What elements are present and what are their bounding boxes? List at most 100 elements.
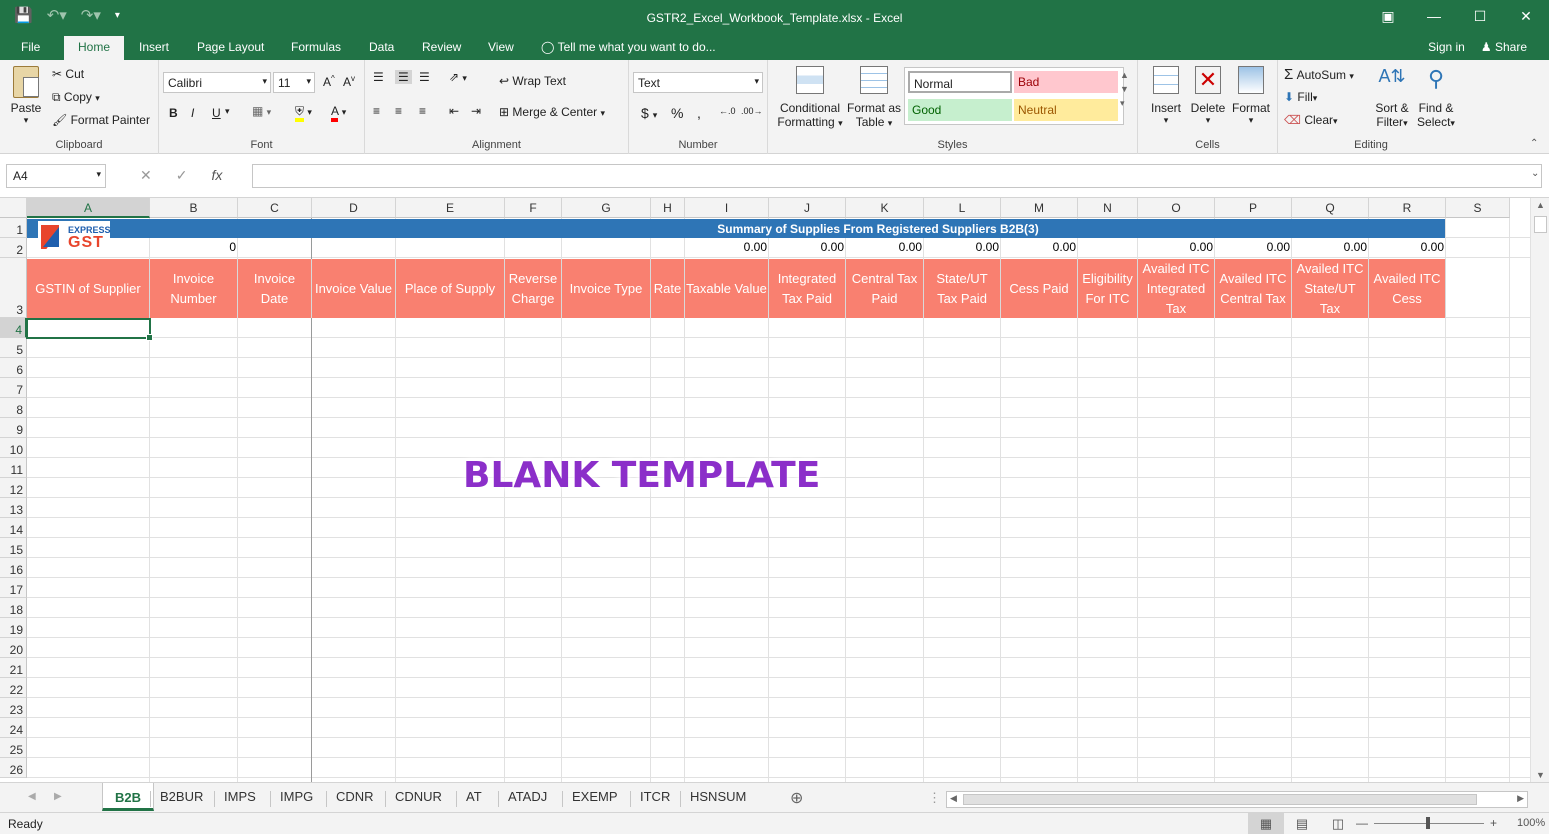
header-cell-q[interactable]: Availed ITC State/UT Tax	[1292, 259, 1369, 318]
wrap-text-button[interactable]: ↩ Wrap Text	[499, 74, 566, 88]
column-header-j[interactable]: J	[769, 198, 846, 218]
active-cell-a4[interactable]	[26, 318, 153, 341]
cell-l2[interactable]: 0.00	[924, 240, 1001, 258]
scroll-down-icon[interactable]: ▼	[1536, 770, 1545, 780]
scroll-up-icon[interactable]: ▲	[1536, 200, 1545, 210]
increase-indent-icon[interactable]: ⇥	[471, 104, 481, 118]
delete-cells-button[interactable]: ✕ Delete ▾	[1190, 66, 1226, 126]
header-cell-d[interactable]: Invoice Value	[312, 259, 396, 318]
row-header-14[interactable]: 14	[0, 518, 27, 538]
column-header-p[interactable]: P	[1215, 198, 1292, 218]
share-button[interactable]: ♟ Share	[1481, 40, 1527, 54]
row-header-8[interactable]: 8	[0, 398, 27, 418]
autosum-button[interactable]: Σ AutoSum ▾	[1284, 66, 1354, 83]
sheet-tab-cdnr[interactable]: CDNR	[336, 789, 374, 804]
horizontal-scroll-thumb[interactable]	[963, 794, 1477, 805]
row-header-10[interactable]: 10	[0, 438, 27, 458]
header-cell-o[interactable]: Availed ITC Integrated Tax	[1138, 259, 1215, 318]
column-header-c[interactable]: C	[238, 198, 312, 218]
row-header-20[interactable]: 20	[0, 638, 27, 658]
italic-button[interactable]: I	[191, 106, 194, 120]
align-center-icon[interactable]: ≡	[395, 104, 402, 118]
worksheet-grid[interactable]: ABCDEFGHIJKLMNOPQRS 1 2 3 4 5 6 7 8 9 10 11 12 13 14 1…	[0, 198, 1530, 782]
row-header-19[interactable]: 19	[0, 618, 27, 638]
scroll-right-icon[interactable]: ▶	[1517, 793, 1524, 804]
signin-link[interactable]: Sign in	[1428, 40, 1465, 54]
row-header-22[interactable]: 22	[0, 678, 27, 698]
row-header-7[interactable]: 7	[0, 378, 27, 398]
row-header-24[interactable]: 24	[0, 718, 27, 738]
row-header-21[interactable]: 21	[0, 658, 27, 678]
page-layout-view-icon[interactable]: ▤	[1284, 813, 1320, 834]
enter-icon[interactable]: ✓	[176, 167, 188, 184]
cell-r2[interactable]: 0.00	[1369, 240, 1446, 258]
style-neutral[interactable]: Neutral	[1014, 99, 1118, 121]
increase-font-icon[interactable]: A^	[323, 74, 335, 89]
column-header-l[interactable]: L	[924, 198, 1001, 218]
fill-button[interactable]: ⬇ Fill▾	[1284, 90, 1317, 104]
column-header-g[interactable]: G	[562, 198, 651, 218]
header-cell-b[interactable]: Invoice Number	[150, 259, 238, 318]
sheet-tab-cdnur[interactable]: CDNUR	[395, 789, 442, 804]
column-header-i[interactable]: I	[685, 198, 769, 218]
percent-button[interactable]: %	[671, 105, 683, 121]
zoom-in-icon[interactable]: +	[1490, 816, 1497, 830]
close-icon[interactable]: ✕	[1503, 0, 1549, 32]
column-header-s[interactable]: S	[1446, 198, 1510, 218]
currency-button[interactable]: $ ▾	[641, 105, 657, 121]
underline-button[interactable]: U	[212, 106, 221, 120]
header-cell-l[interactable]: State/UT Tax Paid	[924, 259, 1001, 318]
scroll-left-icon[interactable]: ◀	[950, 793, 957, 804]
vertical-scroll-thumb[interactable]	[1534, 216, 1547, 233]
cancel-icon[interactable]: ✕	[140, 167, 152, 184]
style-good[interactable]: Good	[908, 99, 1012, 121]
row-header-26[interactable]: 26	[0, 758, 27, 778]
format-as-table-button[interactable]: Format as Table ▾	[846, 66, 902, 129]
sheet-tab-impg[interactable]: IMPG	[280, 789, 313, 804]
cell-q2[interactable]: 0.00	[1292, 240, 1369, 258]
sheet-next-icon[interactable]: ▶	[54, 791, 62, 802]
formula-input[interactable]	[252, 164, 1542, 188]
header-cell-a[interactable]: GSTIN of Supplier	[27, 259, 150, 318]
header-cell-e[interactable]: Place of Supply	[396, 259, 505, 318]
style-normal[interactable]: Normal	[908, 71, 1012, 93]
number-format-select[interactable]: Text ▾	[633, 72, 763, 93]
row-header-4[interactable]: 4	[0, 318, 27, 338]
sort-filter-button[interactable]: A⇅ Sort & Filter▾	[1374, 66, 1410, 129]
cell-m2[interactable]: 0.00	[1001, 240, 1078, 258]
row-header-1[interactable]: 1	[0, 218, 27, 238]
name-box[interactable]: A4 ▾	[6, 164, 106, 188]
sheet-tab-exemp[interactable]: EXEMP	[572, 789, 618, 804]
format-cells-button[interactable]: Format ▾	[1232, 66, 1270, 126]
sheet-tab-atadj[interactable]: ATADJ	[508, 789, 547, 804]
column-header-n[interactable]: N	[1078, 198, 1138, 218]
header-cell-h[interactable]: Rate	[651, 259, 685, 318]
row-header-15[interactable]: 15	[0, 538, 27, 558]
tell-me-box[interactable]: ◯ Tell me what you want to do...	[541, 40, 716, 54]
column-header-d[interactable]: D	[312, 198, 396, 218]
page-break-view-icon[interactable]: ◫	[1320, 813, 1356, 834]
sheet-tab-itcr[interactable]: ITCR	[640, 789, 670, 804]
fill-color-icon[interactable]: ⛨ ▾	[295, 104, 312, 122]
orientation-icon[interactable]: ⇗ ▾	[449, 70, 467, 84]
cell-k2[interactable]: 0.00	[846, 240, 924, 258]
row-header-12[interactable]: 12	[0, 478, 27, 498]
header-cell-g[interactable]: Invoice Type	[562, 259, 651, 318]
header-cell-k[interactable]: Central Tax Paid	[846, 259, 924, 318]
row-header-23[interactable]: 23	[0, 698, 27, 718]
expand-formula-bar-icon[interactable]: ⌄	[1531, 168, 1539, 179]
column-header-h[interactable]: H	[651, 198, 685, 218]
sheet-tab-hsnsum[interactable]: HSNSUM	[690, 789, 746, 804]
zoom-percent[interactable]: 100%	[1517, 817, 1545, 829]
tab-view[interactable]: View	[488, 40, 514, 54]
clear-button[interactable]: ⌫ Clear▾	[1284, 113, 1338, 127]
decrease-decimal-icon[interactable]: .00→	[741, 106, 763, 116]
paste-button[interactable]: Paste ▾	[8, 66, 44, 126]
insert-cells-button[interactable]: Insert ▾	[1148, 66, 1184, 126]
copy-button[interactable]: ⧉ Copy ▾	[52, 90, 100, 105]
tab-review[interactable]: Review	[422, 40, 461, 54]
sheet-tab-at[interactable]: AT	[466, 789, 482, 804]
header-cell-i[interactable]: Taxable Value	[685, 259, 769, 318]
header-cell-r[interactable]: Availed ITC Cess	[1369, 259, 1446, 318]
tab-formulas[interactable]: Formulas	[291, 40, 341, 54]
